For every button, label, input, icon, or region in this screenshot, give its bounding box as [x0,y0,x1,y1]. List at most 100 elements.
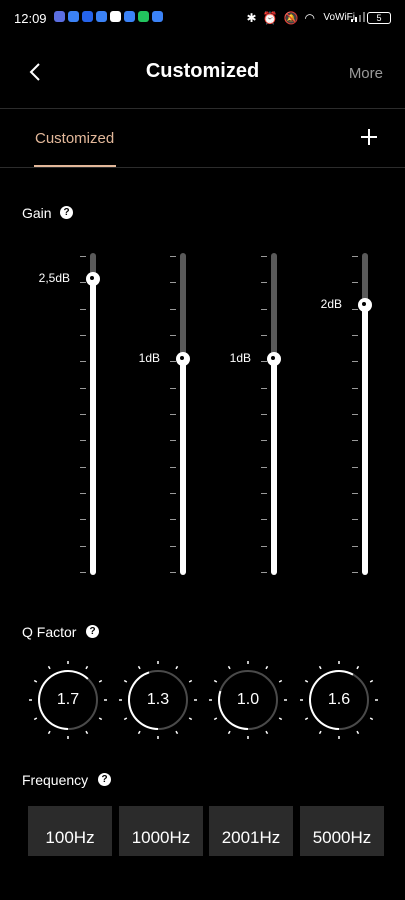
notification-app-icon [152,11,163,22]
gain-slider-2[interactable]: 1dB [139,253,213,575]
q-value-2: 1.3 [146,691,170,708]
slider-track-active [362,304,368,575]
slider-tick [261,493,267,494]
slider-tick [170,387,176,389]
gain-help-icon[interactable]: ? [60,206,73,219]
slider-tick [352,282,358,284]
frequency-button-2[interactable]: 1000Hz [119,806,203,856]
q-knob-1[interactable]: 1.7 [28,660,108,740]
notification-icons [54,11,163,22]
gain-value-2: 1dB [138,351,160,366]
page-title: Customized [145,60,260,82]
slider-tick [170,440,176,442]
mute-icon: 🔕 [283,11,299,25]
slider-tick [170,545,176,547]
slider-tick [170,256,176,257]
slider-thumb[interactable] [267,352,281,367]
gain-slider-1[interactable]: 2,5dB [39,253,123,575]
add-preset-button[interactable] [360,128,378,146]
slider-tick [170,361,176,363]
slider-tick [352,466,358,468]
slider-thumb[interactable] [176,352,190,367]
slider-tick [170,414,176,415]
q-knob-4[interactable]: 1.6 [299,660,379,740]
slider-tick [261,545,267,547]
gain-value-4: 2dB [320,296,342,311]
notification-app-icon [54,11,65,22]
slider-tick [170,519,176,521]
slider-tick [170,335,176,336]
slider-tick [80,466,86,468]
slider-tick [80,414,86,415]
notification-app-icon [110,11,121,22]
slider-tick [170,572,176,573]
slider-tick [261,282,267,284]
slider-tick [261,256,267,257]
slider-tick [352,414,358,415]
slider-tick [80,519,86,521]
slider-tick [352,308,358,310]
slider-tick [261,308,267,310]
slider-tick [170,466,176,468]
frequency-button-3[interactable]: 2001Hz [209,806,293,856]
slider-tick [80,545,86,547]
gain-slider-4[interactable]: 2dB [321,253,395,575]
slider-tick [80,440,86,442]
q-knob-3[interactable]: 1.0 [208,660,288,740]
slider-tick [352,493,358,494]
slider-tick [352,256,358,257]
slider-tick [80,387,86,389]
slider-tick [80,361,86,363]
slider-thumb[interactable] [358,297,372,312]
slider-thumb[interactable] [86,271,100,286]
slider-tick [261,335,267,336]
q-value-4: 1.6 [327,691,351,708]
slider-tick [170,282,176,284]
notification-app-icon [68,11,79,22]
q-factor-label: Q Factor [22,624,77,640]
slider-tick [352,440,358,442]
tab-divider [0,167,405,168]
slider-tick [261,414,267,415]
slider-track-inactive [362,253,368,305]
frequency-label: Frequency [22,772,89,788]
slider-tick [352,572,358,573]
slider-tick [261,361,267,363]
alarm-icon: ⏰ [262,11,278,25]
tab-customized[interactable]: Customized [35,130,114,147]
header-divider [0,108,405,109]
slider-tick [261,387,267,389]
slider-track-active [271,359,277,575]
wifi-icon: ◠ [304,11,315,25]
system-icons: ✱ ⏰ 🔕 ◠ [247,11,315,25]
slider-tick [261,519,267,521]
slider-tick [80,256,86,257]
more-button[interactable]: More [349,65,383,82]
q-value-1: 1.7 [56,691,80,708]
slider-tick [170,308,176,310]
slider-track-active [180,359,186,575]
frequency-help-icon[interactable]: ? [98,773,111,786]
slider-tick [261,572,267,573]
q-value-3: 1.0 [236,691,260,708]
slider-track-inactive [180,253,186,360]
status-time: 12:09 [14,11,47,26]
notification-app-icon [82,11,93,22]
slider-tick [80,335,86,336]
slider-tick [352,519,358,521]
slider-tick [170,493,176,494]
slider-tick [80,493,86,494]
q-knob-2[interactable]: 1.3 [118,660,198,740]
frequency-button-4[interactable]: 5000Hz [300,806,384,856]
gain-slider-3[interactable]: 1dB [230,253,304,575]
slider-tick [352,335,358,336]
signal-icon [351,12,365,22]
slider-tick [352,387,358,389]
q-factor-help-icon[interactable]: ? [86,625,99,638]
notification-app-icon [96,11,107,22]
frequency-button-1[interactable]: 100Hz [28,806,112,856]
slider-tick [80,572,86,573]
gain-value-1: 2,5dB [38,270,70,285]
gain-value-3: 1dB [229,351,251,366]
slider-tick [261,466,267,468]
